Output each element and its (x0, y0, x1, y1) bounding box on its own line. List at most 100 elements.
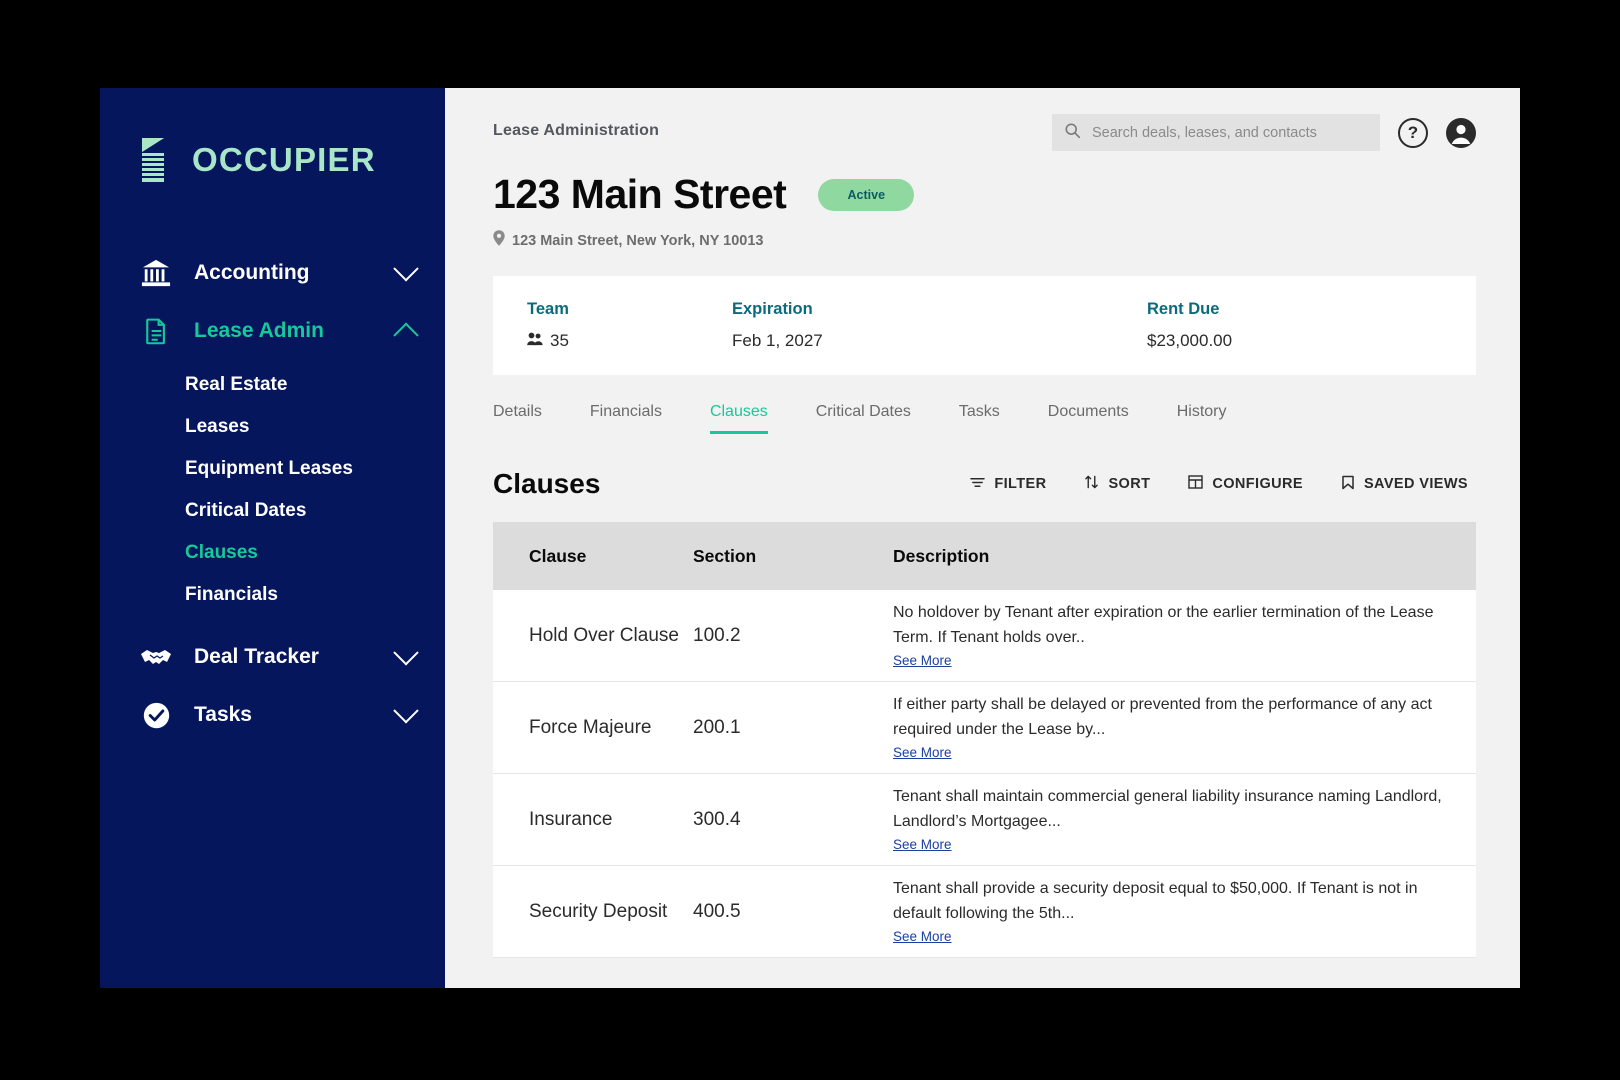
cell-description: If either party shall be delayed or prev… (893, 695, 1432, 738)
section-title: Clauses (493, 468, 601, 499)
filter-button[interactable]: FILTER (970, 476, 1046, 493)
configure-label: CONFIGURE (1212, 476, 1303, 492)
summary-expiration: Expiration Feb 1, 2027 (732, 300, 1147, 351)
chevron-down-icon[interactable] (393, 698, 419, 724)
breadcrumb: Lease Administration (493, 122, 660, 139)
see-more-link[interactable]: See More (893, 929, 952, 944)
cell-clause: Hold Over Clause (529, 624, 679, 646)
avatar[interactable] (1446, 117, 1476, 148)
sort-label: SORT (1108, 476, 1151, 492)
search-bar[interactable] (1052, 114, 1380, 151)
top-bar-actions: ? (1052, 114, 1476, 151)
sidebar-group-lease-admin: Lease Admin Real Estate Leases Equipment… (100, 304, 445, 626)
bookmark-icon (1341, 475, 1355, 494)
cell-clause: Force Majeure (529, 716, 652, 738)
summary-rent-value: $23,000.00 (1147, 331, 1233, 350)
sidebar-item-accounting[interactable]: Accounting (100, 246, 445, 300)
chevron-up-icon[interactable] (393, 322, 419, 348)
cell-description: Tenant shall provide a security deposit … (893, 879, 1418, 922)
sidebar-item-label: Accounting (194, 261, 310, 284)
tab-history[interactable]: History (1177, 395, 1227, 434)
cell-clause: Security Deposit (529, 900, 668, 922)
sidebar-group-accounting: Accounting (100, 246, 445, 300)
cell-clause: Insurance (529, 808, 613, 830)
sidebar-item-leases[interactable]: Leases (100, 406, 445, 448)
document-icon (140, 315, 172, 347)
table-row[interactable]: Security Deposit 400.5 Tenant shall prov… (493, 866, 1476, 958)
sidebar-item-clauses[interactable]: Clauses (100, 532, 445, 574)
table-toolbar: FILTER SORT CONFIGURE SAVED VIEWS (970, 475, 1468, 494)
cell-description: Tenant shall maintain commercial general… (893, 787, 1442, 830)
sidebar-item-real-estate[interactable]: Real Estate (100, 364, 445, 406)
sidebar-subnav-lease-admin: Real Estate Leases Equipment Leases Crit… (100, 358, 445, 626)
handshake-icon (140, 641, 172, 673)
cell-section: 200.1 (693, 716, 741, 738)
summary-expiration-value: Feb 1, 2027 (732, 331, 823, 350)
document-pages-icon (140, 136, 178, 184)
status-badge: Active (818, 178, 915, 211)
summary-rent-due: Rent Due $23,000.00 (1147, 300, 1232, 351)
saved-views-button[interactable]: SAVED VIEWS (1341, 475, 1468, 494)
title-row: 123 Main Street Active (493, 171, 1476, 218)
see-more-link[interactable]: See More (893, 745, 952, 760)
help-icon[interactable]: ? (1398, 117, 1428, 148)
location-pin-icon (493, 230, 505, 251)
sort-button[interactable]: SORT (1084, 475, 1150, 493)
saved-views-label: SAVED VIEWS (1363, 476, 1468, 492)
sidebar-item-equipment-leases[interactable]: Equipment Leases (100, 448, 445, 490)
search-input[interactable] (1092, 124, 1368, 141)
sidebar-group-tasks: Tasks (100, 688, 445, 742)
summary-team-value: 35 (550, 331, 569, 350)
grid-icon (1188, 475, 1204, 493)
tab-critical-dates[interactable]: Critical Dates (816, 395, 911, 434)
summary-expiration-label: Expiration (732, 300, 813, 318)
configure-button[interactable]: CONFIGURE (1188, 475, 1303, 493)
check-circle-icon (140, 699, 172, 731)
table-header-row: Clause Section Description (493, 522, 1476, 590)
chevron-down-icon[interactable] (393, 256, 419, 282)
logo-text: OCCUPIER (192, 141, 376, 178)
see-more-link[interactable]: See More (893, 653, 952, 668)
sidebar-item-critical-dates[interactable]: Critical Dates (100, 490, 445, 532)
cell-description-wrap: No holdover by Tenant after expiration o… (893, 601, 1476, 671)
tab-clauses[interactable]: Clauses (709, 395, 768, 434)
table-row[interactable]: Insurance 300.4 Tenant shall maintain co… (493, 774, 1476, 866)
filter-label: FILTER (994, 476, 1047, 492)
summary-team: Team 35 (527, 300, 732, 351)
summary-team-label: Team (527, 300, 569, 318)
top-bar: Lease Administration ? (493, 114, 1476, 151)
sidebar-item-lease-admin[interactable]: Lease Admin (100, 304, 445, 358)
summary-rent-label: Rent Due (1147, 300, 1220, 318)
sidebar-group-deal-tracker: Deal Tracker (100, 630, 445, 684)
sidebar-item-label: Lease Admin (194, 319, 324, 342)
sidebar: OCCUPIER Accounting Lease Admin Real Est… (100, 88, 445, 988)
chevron-down-icon[interactable] (393, 640, 419, 666)
filter-icon (970, 476, 986, 493)
sort-arrows-icon (1084, 475, 1099, 493)
app-window: OCCUPIER Accounting Lease Admin Real Est… (100, 88, 1520, 988)
sidebar-item-tasks[interactable]: Tasks (100, 688, 445, 742)
app-logo[interactable]: OCCUPIER (100, 136, 445, 184)
tab-tasks[interactable]: Tasks (959, 395, 1000, 434)
clauses-table: Clause Section Description Hold Over Cla… (493, 522, 1476, 958)
cell-section: 100.2 (693, 624, 741, 646)
tab-bar: Details Financials Clauses Critical Date… (493, 395, 1476, 434)
see-more-link[interactable]: See More (893, 837, 952, 852)
column-header-clause: Clause (529, 545, 587, 566)
sidebar-item-label: Tasks (194, 703, 252, 726)
address-row: 123 Main Street, New York, NY 10013 (493, 230, 1476, 251)
tab-documents[interactable]: Documents (1048, 395, 1129, 434)
cell-description-wrap: Tenant shall provide a security deposit … (893, 877, 1476, 947)
tab-details[interactable]: Details (493, 395, 542, 434)
cell-section: 300.4 (693, 808, 741, 830)
table-row[interactable]: Force Majeure 200.1 If either party shal… (493, 682, 1476, 774)
sidebar-item-deal-tracker[interactable]: Deal Tracker (100, 630, 445, 684)
table-row[interactable]: Hold Over Clause 100.2 No holdover by Te… (493, 590, 1476, 682)
help-glyph: ? (1407, 122, 1419, 142)
sidebar-item-financials[interactable]: Financials (100, 574, 445, 616)
cell-description-wrap: If either party shall be delayed or prev… (893, 693, 1476, 763)
column-header-section: Section (693, 545, 757, 566)
page-title: 123 Main Street (493, 171, 787, 217)
tab-financials[interactable]: Financials (590, 395, 662, 434)
summary-card: Team 35 Expiration Feb 1, 2027 Rent Due … (493, 276, 1476, 375)
